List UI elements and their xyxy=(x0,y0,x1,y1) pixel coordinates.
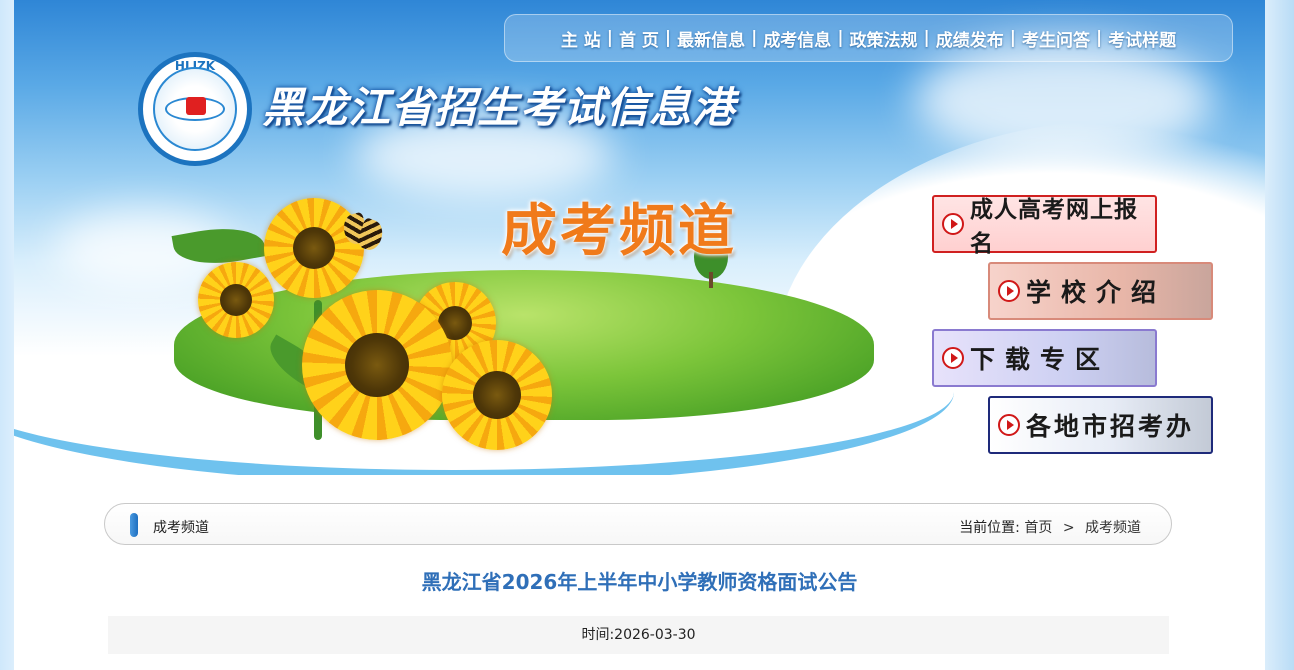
download-zone-label: 下载专区 xyxy=(970,345,1111,374)
nav-item-home[interactable]: 首 页 xyxy=(619,26,659,51)
sunflower-core xyxy=(220,284,252,316)
site-title: 黑龙江省招生考试信息港 xyxy=(262,83,736,132)
breadcrumb-arrow: > xyxy=(1062,520,1075,536)
breadcrumb-current-link[interactable]: 成考频道 xyxy=(1085,520,1141,536)
nav-item-results[interactable]: 成绩发布 xyxy=(936,26,1004,51)
publish-date: 2026-03-30 xyxy=(614,627,696,643)
nav-item-sample-tests[interactable]: 考试样题 xyxy=(1108,26,1176,51)
download-zone-button[interactable]: 下载专区 xyxy=(932,329,1157,387)
school-intro-button[interactable]: 学校介绍 xyxy=(988,262,1213,320)
breadcrumb-home-link[interactable]: 首页 xyxy=(1024,520,1052,536)
page-container: 主 站 | 首 页 | 最新信息 | 成考信息 | 政策法规 | 成绩发布 | … xyxy=(14,0,1265,670)
nav-separator: | xyxy=(1009,28,1016,48)
adult-exam-registration-button[interactable]: 成人高考网上报名 xyxy=(932,195,1157,257)
play-icon xyxy=(998,414,1020,436)
breadcrumb-trail: 当前位置: 首页 > 成考频道 xyxy=(959,517,1141,537)
school-intro-label: 学校介绍 xyxy=(1026,278,1167,307)
nav-separator: | xyxy=(664,28,672,48)
article-title: 黑龙江省2026年上半年中小学教师资格面试公告 xyxy=(421,570,858,594)
site-logo[interactable]: HLJZK xyxy=(138,52,252,166)
nav-item-adult-exam-info[interactable]: 成考信息 xyxy=(763,26,831,51)
nav-item-faq[interactable]: 考生问答 xyxy=(1022,26,1090,51)
city-exam-offices-button[interactable]: 各地市招考办 xyxy=(988,396,1213,454)
sunflower-core xyxy=(345,333,409,397)
breadcrumb-location-label: 当前位置: xyxy=(959,520,1020,536)
nav-item-latest-news[interactable]: 最新信息 xyxy=(677,26,745,51)
butterfly-image xyxy=(340,211,387,258)
tree-trunk xyxy=(709,272,713,288)
channel-title: 成考频道 xyxy=(501,199,737,264)
adult-exam-registration-label: 成人高考网上报名 xyxy=(970,196,1138,257)
nav-item-main-site[interactable]: 主 站 xyxy=(561,26,601,51)
section-name: 成考频道 xyxy=(153,520,209,536)
logo-mark-icon xyxy=(186,97,206,115)
play-icon xyxy=(998,280,1020,302)
nav-separator: | xyxy=(1095,28,1103,48)
nav-separator: | xyxy=(837,28,844,48)
sunflower-core xyxy=(473,371,521,419)
nav-separator: | xyxy=(606,28,613,48)
nav-separator: | xyxy=(923,28,930,48)
top-navigation: 主 站 | 首 页 | 最新信息 | 成考信息 | 政策法规 | 成绩发布 | … xyxy=(504,14,1233,62)
play-icon xyxy=(942,347,964,369)
nav-separator: | xyxy=(751,28,758,48)
header-banner: 主 站 | 首 页 | 最新信息 | 成考信息 | 政策法规 | 成绩发布 | … xyxy=(14,0,1265,475)
section-marker-icon xyxy=(130,513,138,537)
city-exam-offices-label: 各地市招考办 xyxy=(1026,412,1195,441)
play-icon xyxy=(942,213,964,235)
time-label: 时间: xyxy=(581,627,615,643)
breadcrumb: 成考频道 当前位置: 首页 > 成考频道 xyxy=(104,503,1172,545)
article-meta: 时间:2026-03-30 xyxy=(108,616,1169,654)
nav-item-policies[interactable]: 政策法规 xyxy=(850,26,918,51)
sunflower-core xyxy=(293,227,335,269)
